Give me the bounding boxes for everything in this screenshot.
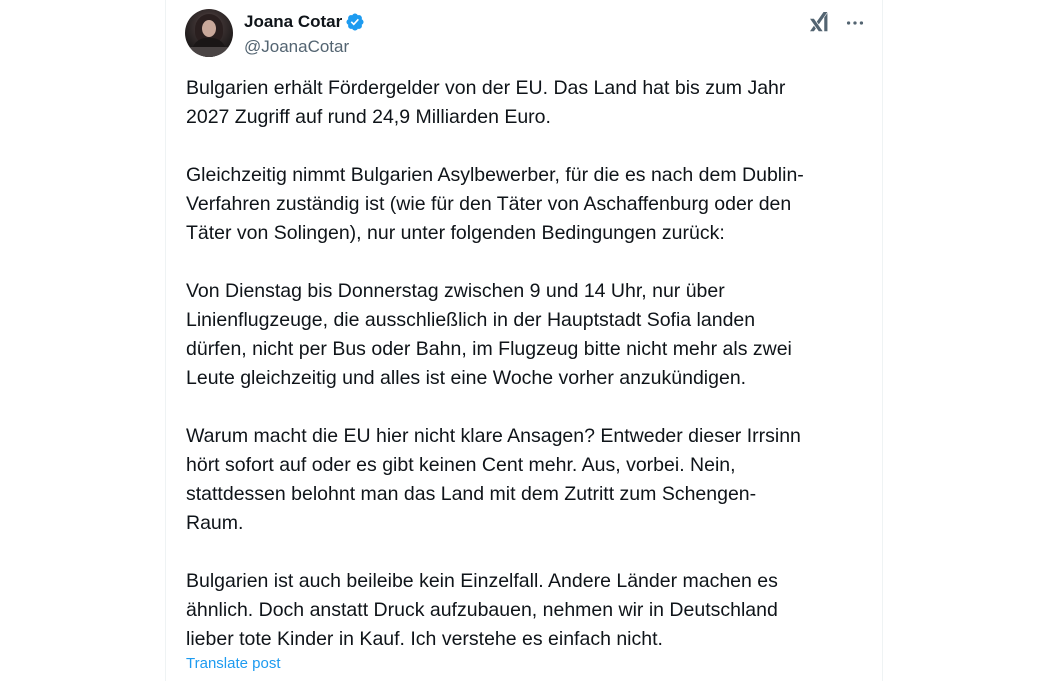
author-name-row: Joana Cotar bbox=[244, 10, 365, 34]
tweet-text: Bulgarien erhält Fördergelder von der EU… bbox=[186, 74, 866, 654]
more-options-icon[interactable] bbox=[844, 12, 866, 34]
tweet-card: Joana Cotar @JoanaCotar Bulgarien erhält… bbox=[165, 0, 883, 681]
tweet-paragraph: Gleichzeitig nimmt Bulgarien Asylbewerbe… bbox=[186, 164, 804, 244]
page: Joana Cotar @JoanaCotar Bulgarien erhält… bbox=[0, 0, 1050, 681]
translate-post-link[interactable]: Translate post bbox=[186, 654, 281, 674]
tweet-header: Joana Cotar @JoanaCotar bbox=[184, 8, 866, 58]
author-info: Joana Cotar @JoanaCotar bbox=[244, 10, 365, 58]
grok-icon[interactable] bbox=[808, 12, 830, 34]
tweet-paragraph: Von Dienstag bis Donnerstag zwischen 9 u… bbox=[186, 280, 792, 389]
author-display-name[interactable]: Joana Cotar bbox=[244, 10, 342, 34]
tweet-paragraph: Bulgarien ist auch beileibe kein Einzelf… bbox=[186, 570, 778, 650]
tweet-paragraph: Warum macht die EU hier nicht klare Ansa… bbox=[186, 425, 801, 534]
avatar[interactable] bbox=[185, 9, 233, 57]
header-actions bbox=[808, 12, 866, 34]
verified-badge-icon[interactable] bbox=[345, 12, 365, 32]
tweet-paragraph: Bulgarien erhält Fördergelder von der EU… bbox=[186, 77, 786, 128]
author-handle[interactable]: @JoanaCotar bbox=[244, 36, 365, 58]
